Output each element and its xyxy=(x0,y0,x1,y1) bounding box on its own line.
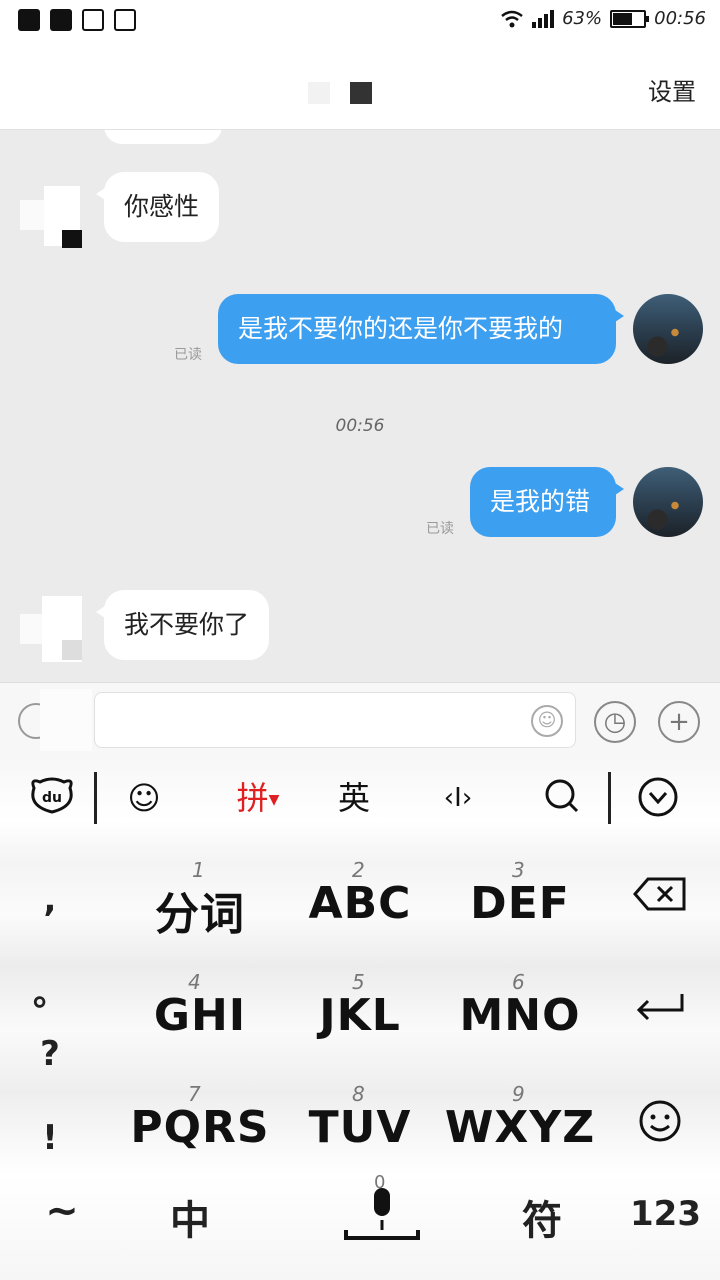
battery-fill xyxy=(613,12,633,25)
key-label: 分词 xyxy=(155,889,245,940)
message-bubble-incoming[interactable]: 你感性 xyxy=(95,172,220,242)
status-bar: 63% 00:56 xyxy=(0,0,720,44)
symbols-key[interactable]: 符 xyxy=(514,1188,570,1246)
battery-icon xyxy=(610,9,650,28)
previous-message-bubble xyxy=(104,130,222,144)
key-8[interactable]: 8 TUV xyxy=(290,1082,430,1172)
keyboard-toolbar: du ☺ 拼▼ 英 ‹I› xyxy=(0,758,720,838)
key-1[interactable]: 1 分词 xyxy=(130,858,270,948)
key-label: JKL xyxy=(319,990,401,1041)
microphone-icon xyxy=(344,1188,420,1240)
key-label: ABC xyxy=(308,878,412,929)
enter-key[interactable] xyxy=(630,990,690,1036)
message-bubble-incoming[interactable]: 我不要你了 xyxy=(95,590,270,660)
emoji-key[interactable] xyxy=(630,1098,690,1154)
signal-icon xyxy=(532,9,555,28)
message-bubble-outgoing[interactable]: 是我的错 xyxy=(470,467,624,537)
message-input[interactable]: ☺ xyxy=(94,692,576,748)
key-label: GHI xyxy=(153,990,247,1041)
contact-avatar[interactable] xyxy=(20,186,104,262)
contact-name-redacted xyxy=(308,82,330,104)
key-2[interactable]: 2 ABC xyxy=(290,858,430,948)
chat-area[interactable]: 你感性 已读 是我不要你的还是你不要我的 00:56 已读 是我的错 我不要你了 xyxy=(0,130,720,682)
pinyin-label: 拼 xyxy=(236,779,269,817)
punct-question-key[interactable]: ? xyxy=(30,1034,70,1074)
key-label: DEF xyxy=(470,878,570,929)
my-avatar[interactable] xyxy=(633,467,703,537)
chinese-mode-key[interactable]: 中 xyxy=(160,1188,220,1246)
ime-keyboard: du ☺ 拼▼ 英 ‹I› , 。 ? ! 1 分词 2 ABC 3 DEF 4… xyxy=(0,758,720,1280)
key-3[interactable]: 3 DEF xyxy=(450,858,590,948)
key-7[interactable]: 7 PQRS xyxy=(120,1082,280,1172)
notification-icons xyxy=(18,9,136,31)
key-label: PQRS xyxy=(130,1102,270,1153)
redacted-area xyxy=(40,689,92,751)
plus-icon[interactable]: + xyxy=(658,701,700,743)
key-5[interactable]: 5 JKL xyxy=(290,970,430,1060)
punct-period-key[interactable]: 。 xyxy=(30,966,70,1015)
svg-text:du: du xyxy=(42,790,62,806)
wifi-icon xyxy=(501,10,523,27)
key-label: WXYZ xyxy=(444,1102,596,1153)
english-mode-button[interactable]: 英 xyxy=(332,776,376,820)
message-text: 是我不要你的还是你不要我的 xyxy=(238,314,564,343)
qq-icon xyxy=(18,9,40,31)
key-9[interactable]: 9 WXYZ xyxy=(440,1082,600,1172)
settings-button[interactable]: 设置 xyxy=(648,72,696,107)
clock-icon[interactable]: ◷ xyxy=(594,701,636,743)
cursor-move-button[interactable]: ‹I› xyxy=(430,776,486,820)
backspace-key[interactable] xyxy=(630,876,690,922)
contact-avatar[interactable] xyxy=(20,596,104,672)
input-bar: ☺ ◷ + xyxy=(0,682,720,758)
key-4[interactable]: 4 GHI xyxy=(130,970,270,1060)
status-indicators: 63% 00:56 xyxy=(500,8,706,29)
key-label: MNO xyxy=(459,990,581,1041)
chat-header: 设置 xyxy=(0,44,720,130)
collapse-keyboard-icon[interactable] xyxy=(636,776,680,820)
key-6[interactable]: 6 MNO xyxy=(450,970,590,1060)
emoji-panel-icon[interactable]: ☺ xyxy=(122,776,166,820)
battery-percent: 63% xyxy=(562,8,603,29)
image-icon xyxy=(114,9,136,31)
app-icon xyxy=(50,9,72,31)
search-icon[interactable] xyxy=(540,776,584,820)
space-key[interactable]: 0 xyxy=(340,1172,424,1248)
du-logo-icon[interactable]: du xyxy=(28,776,76,820)
message-bubble-outgoing[interactable]: 是我不要你的还是你不要我的 xyxy=(218,294,624,364)
message-text: 我不要你了 xyxy=(124,610,250,639)
emoji-icon[interactable]: ☺ xyxy=(531,705,563,737)
punct-comma-key[interactable]: , xyxy=(30,880,70,920)
punct-exclaim-key[interactable]: ! xyxy=(30,1118,70,1158)
read-receipt: 已读 xyxy=(174,347,202,363)
numbers-key[interactable]: 123 xyxy=(630,1194,701,1234)
message-timestamp: 00:56 xyxy=(335,416,385,436)
key-label: TUV xyxy=(308,1102,412,1153)
pinyin-mode-button[interactable]: 拼▼ xyxy=(228,776,288,820)
tilde-key[interactable]: ~ xyxy=(34,1188,90,1234)
clock: 00:56 xyxy=(654,8,706,29)
message-text: 是我的错 xyxy=(490,487,591,516)
my-avatar[interactable] xyxy=(633,294,703,364)
message-text: 你感性 xyxy=(124,192,200,221)
keyboard-icon xyxy=(82,9,104,31)
dropdown-arrow-icon: ▼ xyxy=(268,792,280,808)
read-receipt: 已读 xyxy=(426,521,454,537)
contact-name-redacted-mark xyxy=(350,82,372,104)
